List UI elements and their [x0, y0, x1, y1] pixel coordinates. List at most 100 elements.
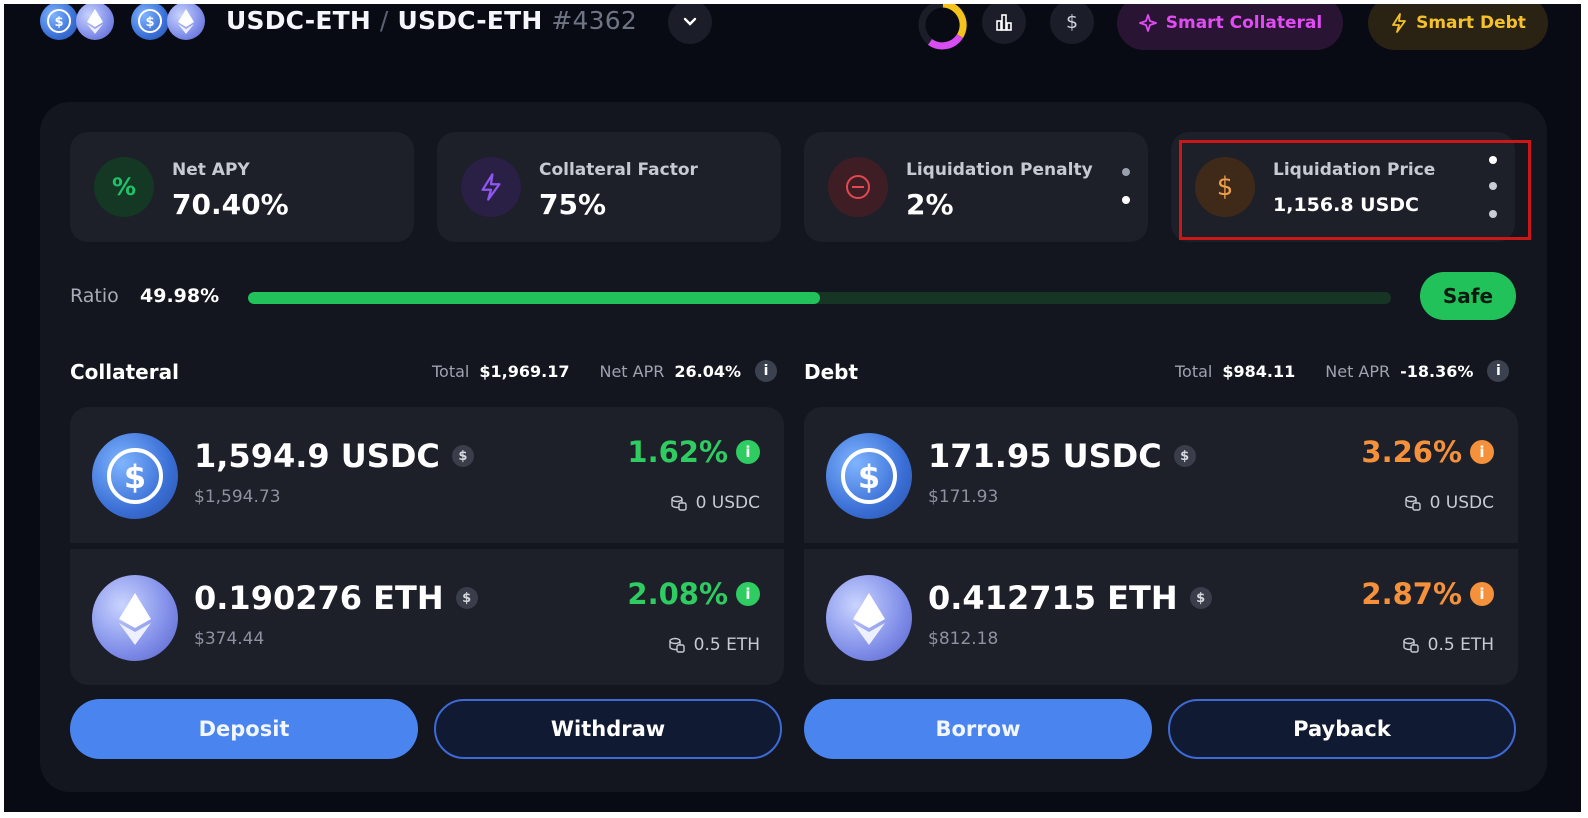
coins-icon	[1404, 495, 1421, 511]
status-badge: Safe	[1420, 272, 1516, 320]
asset-amount: 1,594.9 USDC $	[194, 437, 474, 475]
asset-balance: 0 USDC	[670, 493, 760, 513]
debt-net-apr: -18.36%	[1400, 361, 1474, 381]
dollar-icon[interactable]: $	[455, 587, 478, 609]
liquidation-price-card: $ Liquidation Price 1,156.8 USDC	[1171, 132, 1515, 242]
asset-balance: 0 USDC	[1404, 493, 1494, 513]
pair-title: USDC-ETH / USDC-ETH #4362	[226, 6, 637, 35]
eth-icon	[92, 575, 178, 661]
collateral-asset-row: $ 1,594.9 USDC $ $1,594.73 1.62% i 0 USD…	[70, 407, 784, 543]
debt-title: Debt	[804, 360, 859, 384]
pair-right: USDC-ETH	[397, 6, 543, 35]
total-label: Total	[432, 361, 470, 381]
asset-balance: 0.5 ETH	[668, 635, 760, 655]
info-icon[interactable]: i	[755, 360, 777, 382]
debt-summary: Total $984.11 Net APR -18.36% i	[1175, 360, 1510, 382]
app-frame: $ $ USDC-ETH / USDC-ETH #4362 $ Smart Co…	[4, 4, 1581, 812]
info-icon[interactable]: i	[736, 582, 760, 606]
info-icon[interactable]: i	[1470, 440, 1494, 464]
svg-text:$: $	[145, 15, 154, 30]
carousel-dot[interactable]	[1489, 210, 1497, 218]
collateral-asset-row: 0.190276 ETH $ $374.44 2.08% i 0.5 ETH	[70, 549, 784, 685]
eth-icon	[76, 4, 114, 40]
ring-chart-icon[interactable]	[916, 4, 970, 52]
liquidation-penalty-card: Liquidation Penalty 2%	[804, 132, 1148, 242]
debt-asset-row: $ 171.95 USDC $ $171.93 3.26% i 0 USDC	[804, 407, 1518, 543]
chevron-down-icon	[683, 17, 697, 26]
eth-icon	[167, 4, 205, 40]
usdc-icon: $	[40, 4, 78, 40]
asset-usd-value: $374.44	[194, 629, 265, 649]
smart-collateral-button[interactable]: Smart Collateral	[1117, 4, 1343, 50]
position-id: #4362	[551, 6, 637, 35]
withdraw-button[interactable]: Withdraw	[434, 699, 782, 759]
dollar-icon: $	[1065, 11, 1079, 33]
info-icon[interactable]: i	[1487, 360, 1510, 382]
percent-icon: %	[94, 157, 154, 217]
carousel-dot[interactable]	[1122, 168, 1130, 176]
asset-rate: 2.87% i	[1361, 577, 1494, 611]
collateral-title: Collateral	[70, 360, 179, 384]
position-panel: % Net APY 70.40% Collateral Factor 75% L…	[40, 102, 1547, 792]
smart-debt-button[interactable]: Smart Debt	[1368, 4, 1548, 50]
bolt-icon	[1392, 13, 1406, 33]
asset-amount: 0.190276 ETH $	[194, 579, 478, 617]
collateral-total: $1,969.17	[479, 361, 570, 381]
asset-usd-value: $812.18	[928, 629, 999, 649]
dollar-icon: $	[1195, 157, 1255, 217]
currency-button[interactable]: $	[1050, 4, 1094, 44]
carousel-dot[interactable]	[1122, 196, 1130, 204]
smart-collateral-label: Smart Collateral	[1165, 13, 1323, 33]
dollar-icon[interactable]: $	[1189, 587, 1212, 609]
asset-rate: 2.08% i	[627, 577, 760, 611]
coins-icon	[1402, 637, 1419, 653]
apr-label: Net APR	[1325, 361, 1391, 381]
stat-value: 70.40%	[172, 188, 289, 221]
pair-left: USDC-ETH	[226, 6, 372, 35]
stat-value: 2%	[906, 188, 954, 221]
ratio-value: 49.98%	[140, 285, 220, 307]
coins-icon	[670, 495, 687, 511]
ratio-progress-fill	[248, 292, 820, 304]
ratio-label: Ratio	[70, 285, 119, 307]
stat-value: 75%	[539, 188, 607, 221]
debt-asset-row: 0.412715 ETH $ $812.18 2.87% i 0.5 ETH	[804, 549, 1518, 685]
asset-amount: 171.95 USDC $	[928, 437, 1196, 475]
collateral-factor-card: Collateral Factor 75%	[437, 132, 781, 242]
collateral-net-apr: 26.04%	[674, 361, 741, 381]
info-icon[interactable]: i	[1470, 582, 1494, 606]
stat-label: Collateral Factor	[539, 160, 698, 180]
dollar-icon[interactable]: $	[451, 445, 474, 467]
carousel-dot[interactable]	[1489, 156, 1497, 164]
ratio-progress-bar	[248, 292, 1391, 304]
stat-label: Liquidation Price	[1273, 160, 1436, 180]
asset-usd-value: $1,594.73	[194, 487, 281, 507]
bolt-icon	[461, 157, 521, 217]
smart-debt-label: Smart Debt	[1416, 13, 1526, 33]
pair-dropdown-button[interactable]	[668, 4, 712, 44]
stat-value: 1,156.8 USDC	[1273, 194, 1419, 216]
info-icon[interactable]: i	[736, 440, 760, 464]
usdc-icon: $	[826, 433, 912, 519]
eth-icon	[826, 575, 912, 661]
apr-label: Net APR	[599, 361, 665, 381]
asset-usd-value: $171.93	[928, 487, 999, 507]
header: $ $ USDC-ETH / USDC-ETH #4362 $ Smart Co…	[4, 4, 1581, 50]
net-apy-card: % Net APY 70.40%	[70, 132, 414, 242]
svg-text:$: $	[124, 458, 146, 496]
stat-label: Liquidation Penalty	[906, 160, 1093, 180]
dollar-icon[interactable]: $	[1173, 445, 1196, 467]
pair-separator: /	[379, 6, 389, 35]
minus-circle-icon	[828, 157, 888, 217]
asset-amount: 0.412715 ETH $	[928, 579, 1212, 617]
coins-icon	[668, 637, 685, 653]
svg-text:$: $	[858, 458, 880, 496]
payback-button[interactable]: Payback	[1168, 699, 1516, 759]
usdc-icon: $	[131, 4, 169, 40]
deposit-button[interactable]: Deposit	[70, 699, 418, 759]
stats-button[interactable]	[982, 4, 1026, 44]
borrow-button[interactable]: Borrow	[804, 699, 1152, 759]
carousel-dot[interactable]	[1489, 182, 1497, 190]
stat-label: Net APY	[172, 160, 250, 180]
svg-text:$: $	[54, 15, 63, 30]
